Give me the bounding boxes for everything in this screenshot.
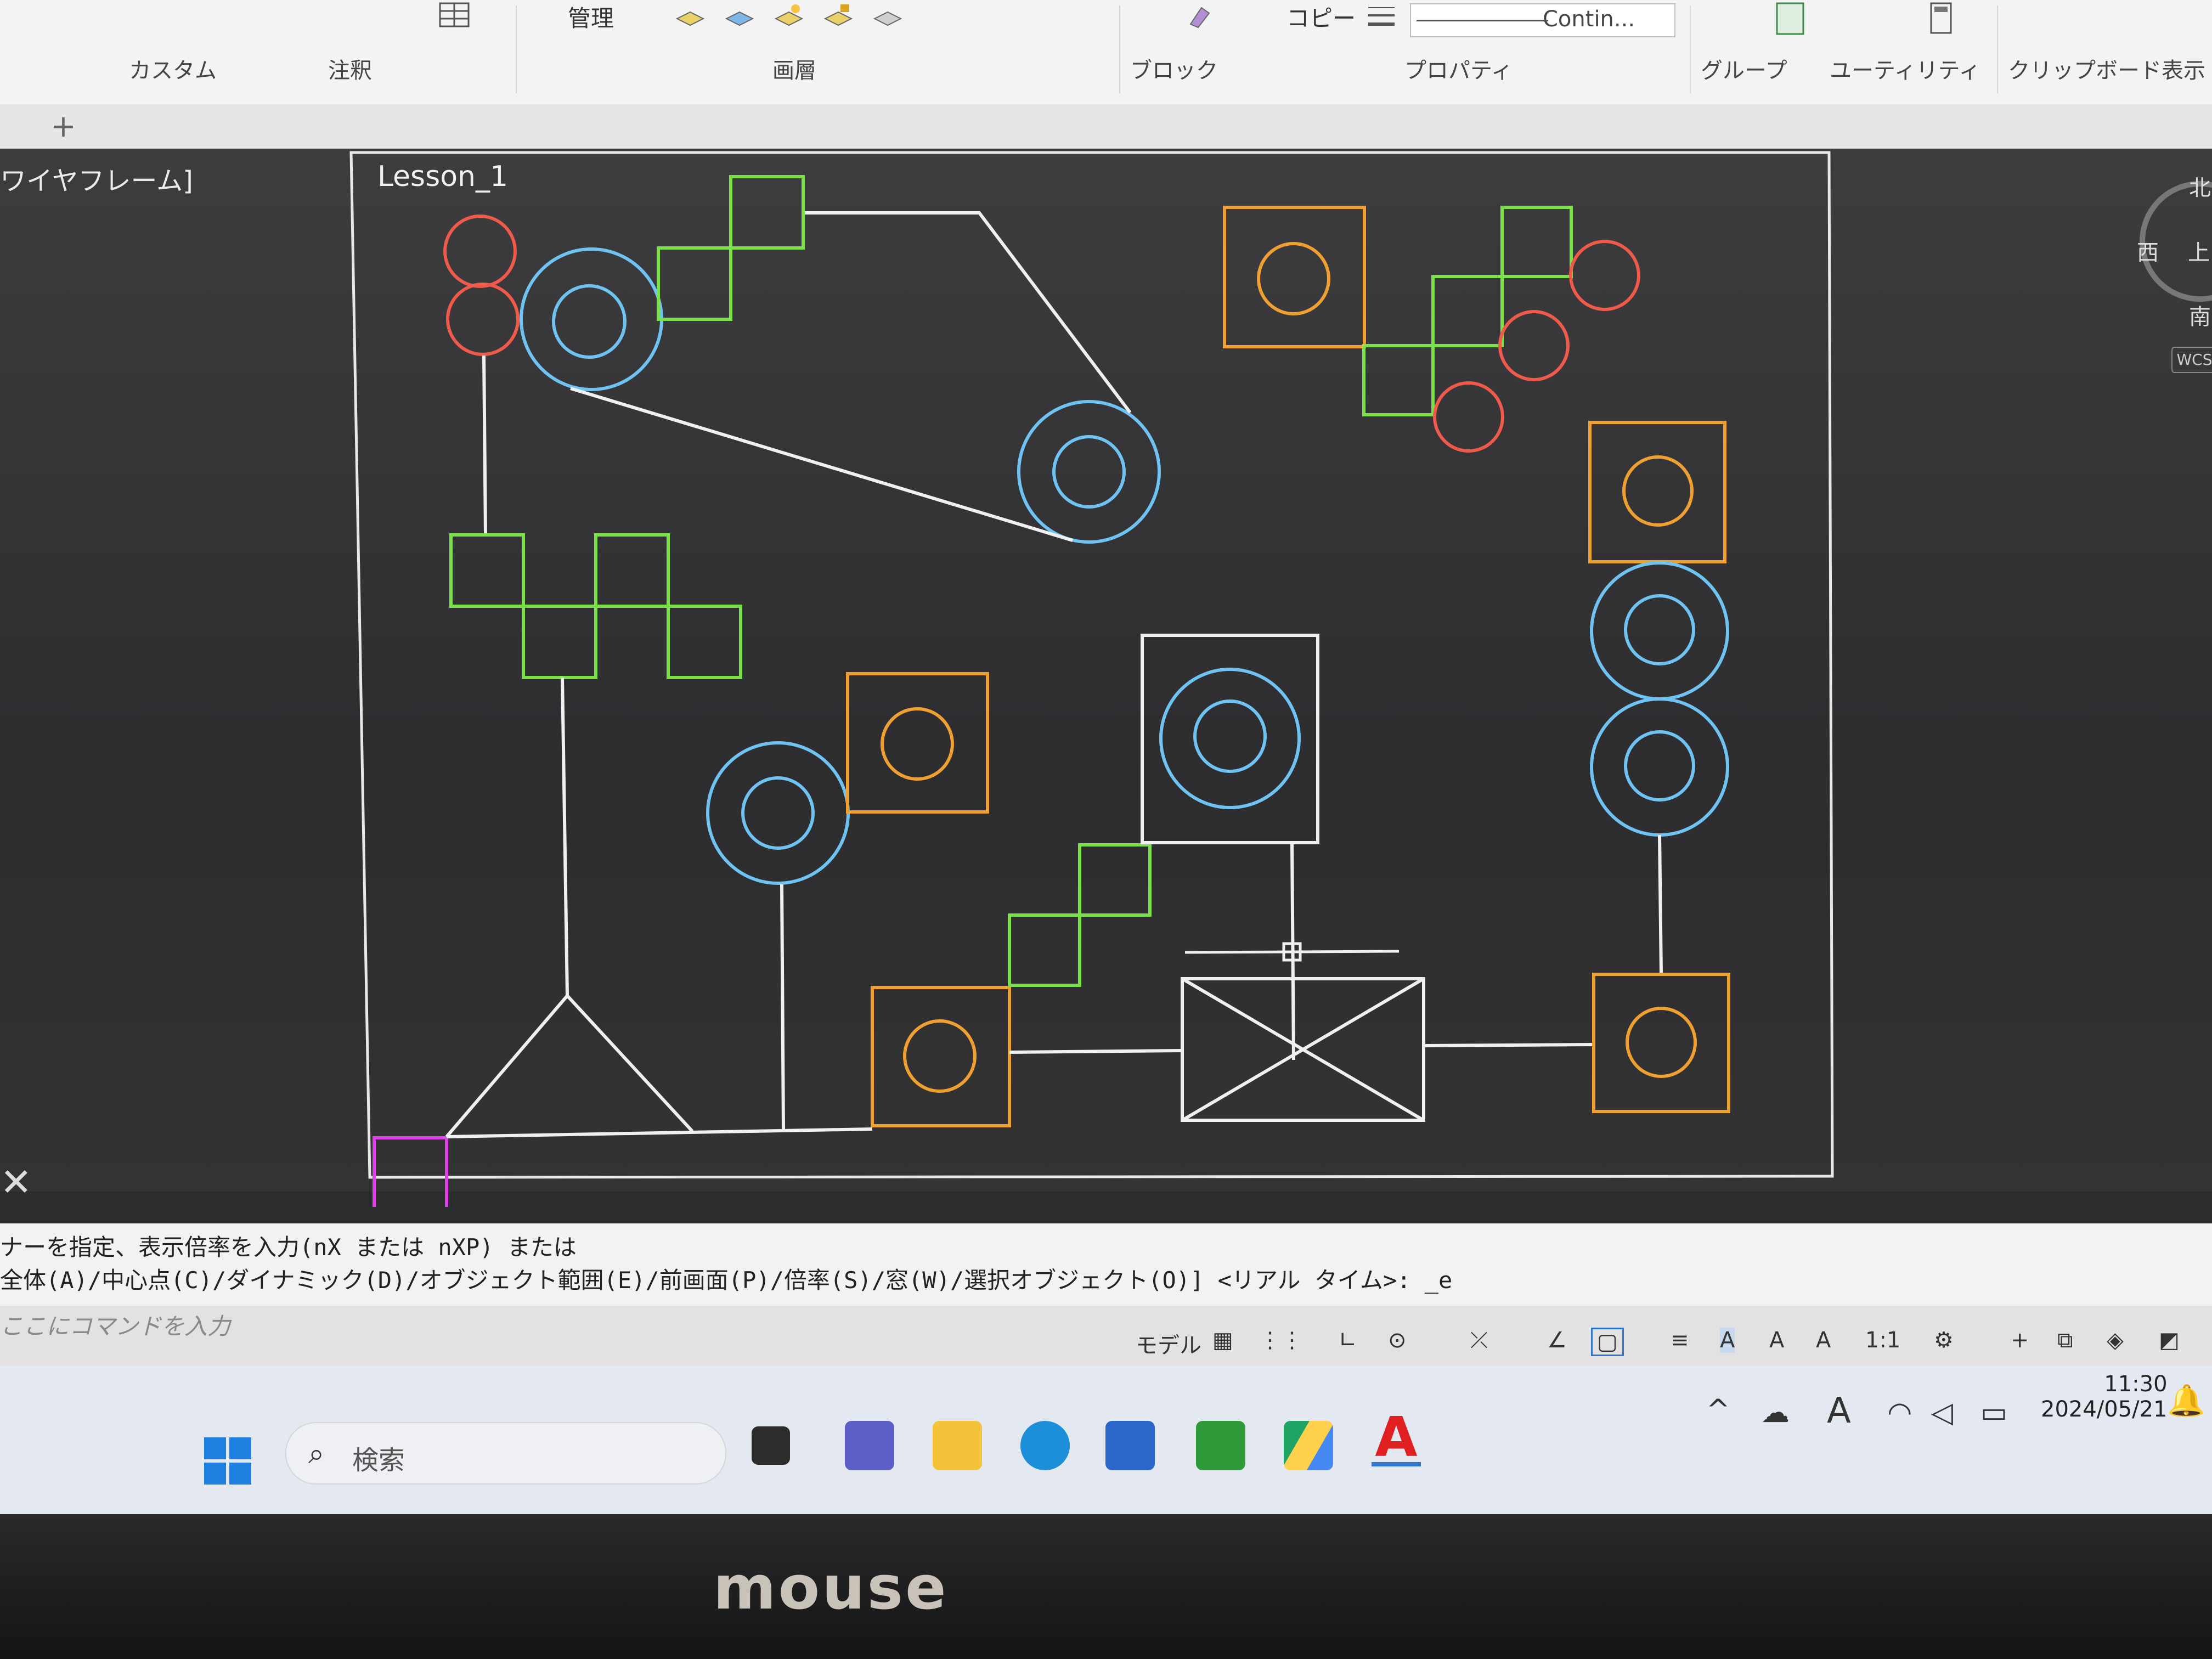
blue-circle-outer — [1017, 400, 1161, 544]
command-history: ナーを指定、表示倍率を入力(nX または nXP) または 全体(A)/中心点(… — [0, 1223, 2212, 1306]
red-circle — [1569, 240, 1640, 311]
viewcube-west[interactable]: 西 — [2137, 235, 2159, 267]
wcs-menu[interactable]: WCS — [2171, 347, 2212, 373]
connector — [561, 677, 569, 996]
otrack-icon[interactable]: ∠ — [1547, 1328, 1567, 1353]
command-history-line: ナーを指定、表示倍率を入力(nX または nXP) または — [0, 1234, 577, 1261]
clock-time: 11:30 — [2104, 1372, 2168, 1397]
google-drive-icon[interactable] — [1284, 1421, 1333, 1470]
green-steps-left — [449, 533, 742, 679]
model-tab[interactable]: モデル — [1136, 1328, 1201, 1359]
connector — [780, 884, 785, 1131]
triangle — [445, 993, 694, 1138]
autocad-icon[interactable]: A — [1372, 1410, 1421, 1466]
command-history-line: 全体(A)/中心点(C)/ダイナミック(D)/オブジェクト範囲(E)/前画面(P… — [0, 1267, 1453, 1294]
polar-icon[interactable]: ⊙ — [1388, 1328, 1407, 1353]
selection-cycle-icon[interactable]: ▢ — [1591, 1328, 1624, 1356]
screen: 管理 コピー Contin... カスタム 注釈 画層 ブロック プロパティ グ… — [0, 0, 2212, 1514]
layout-title: Lesson_1 — [377, 160, 509, 193]
blue-circle-inner — [741, 776, 815, 850]
white-square — [1141, 634, 1319, 844]
laptop-bezel — [0, 1514, 2212, 1659]
orange-circle — [903, 1019, 977, 1093]
taskbar-clock[interactable]: 11:30 2024/05/21 — [2041, 1372, 2168, 1422]
origin-square — [373, 1136, 448, 1207]
xbox-icon[interactable] — [1196, 1421, 1245, 1470]
red-circle — [1498, 310, 1570, 381]
wifi-icon[interactable]: ◠ — [1887, 1396, 1912, 1429]
chevron-up-icon[interactable]: ^ — [1706, 1393, 1730, 1426]
belt-line — [804, 211, 1132, 414]
blue-circle-inner — [1624, 594, 1695, 665]
viewcube-north[interactable]: 北 — [2189, 170, 2211, 202]
orange-circle — [1626, 1007, 1697, 1078]
file-explorer-icon[interactable] — [933, 1421, 982, 1470]
autoscale-icon[interactable]: A — [1816, 1328, 1831, 1353]
annotation-scale-icon[interactable]: A — [1720, 1328, 1735, 1353]
onedrive-icon[interactable]: ☁ — [1761, 1396, 1790, 1429]
brand-logo: mouse — [713, 1553, 949, 1623]
blue-circle-inner — [1624, 730, 1695, 802]
notification-bell-icon[interactable]: 🔔 — [2167, 1383, 2205, 1419]
ime-icon[interactable]: A — [1827, 1391, 1851, 1431]
teams-icon[interactable] — [845, 1421, 894, 1470]
grid-icon[interactable]: ▦ — [1212, 1328, 1233, 1353]
red-circle — [1433, 381, 1504, 453]
blue-circle-outer — [706, 741, 850, 885]
orange-circle — [1257, 242, 1330, 315]
viewcube-south[interactable]: 南 — [2189, 299, 2211, 331]
orange-square — [1588, 421, 1726, 563]
belt-line — [570, 387, 1073, 542]
ortho-icon[interactable]: ∟ — [1339, 1328, 1357, 1353]
connector — [1423, 1043, 1594, 1047]
connector — [482, 355, 487, 535]
plus-icon[interactable]: + — [2011, 1328, 2029, 1353]
isolate-icon[interactable]: ⧉ — [2057, 1328, 2073, 1353]
clock-date: 2024/05/21 — [2041, 1397, 2168, 1422]
layout-frame — [349, 151, 1834, 1179]
orange-circle — [1622, 455, 1694, 527]
green-steps-top — [657, 175, 805, 321]
taskbar-search[interactable]: ⌕ 検索 — [285, 1422, 726, 1485]
orange-square — [1223, 206, 1366, 348]
search-icon: ⌕ — [308, 1437, 325, 1470]
edge-icon[interactable] — [1020, 1421, 1070, 1470]
gear-icon[interactable]: ⚙ — [1934, 1328, 1954, 1353]
blue-circle-outer — [1159, 668, 1301, 809]
blue-circle-outer — [520, 247, 663, 391]
annotation-visibility-icon[interactable]: A — [1769, 1328, 1784, 1353]
windows-start-icon[interactable] — [203, 1436, 252, 1486]
blue-circle-inner — [1052, 435, 1126, 509]
red-circle — [443, 215, 517, 288]
connector — [1009, 1049, 1183, 1054]
volume-icon[interactable]: ◁ — [1931, 1396, 1953, 1429]
connector — [1658, 834, 1663, 975]
blue-circle-outer — [1590, 561, 1729, 701]
close-icon[interactable]: ✕ — [0, 1163, 32, 1201]
scale-dropdown[interactable]: 1:1 — [1865, 1328, 1900, 1353]
clean-screen-icon[interactable]: ◩ — [2159, 1328, 2180, 1353]
snap-icon[interactable]: ⋮⋮ — [1259, 1328, 1303, 1353]
blue-circle-inner — [552, 284, 627, 359]
viewcube-top[interactable]: 上 — [2188, 235, 2210, 267]
lineweight-toggle-icon[interactable]: ≡ — [1671, 1328, 1689, 1353]
orange-circle — [881, 707, 954, 781]
battery-icon[interactable]: ▭ — [1980, 1396, 2007, 1429]
green-steps-bottom — [1008, 843, 1152, 987]
bottom-line — [446, 1127, 873, 1138]
cad-drawing[interactable] — [0, 0, 2212, 1207]
task-view-icon[interactable] — [752, 1426, 790, 1465]
orange-square — [1592, 973, 1730, 1113]
hardware-accel-icon[interactable]: ◈ — [2107, 1328, 2124, 1353]
orange-square — [871, 986, 1011, 1127]
crosshair-h — [1184, 950, 1400, 954]
blue-circle-inner — [1193, 699, 1267, 773]
blue-circle-outer — [1590, 697, 1729, 837]
command-input[interactable]: ここにコマンドを入力 — [0, 1308, 230, 1341]
store-icon[interactable] — [1105, 1421, 1155, 1470]
orange-square — [846, 672, 989, 814]
osnap-icon[interactable]: ⤫ — [1470, 1328, 1488, 1353]
red-circle — [446, 283, 520, 356]
